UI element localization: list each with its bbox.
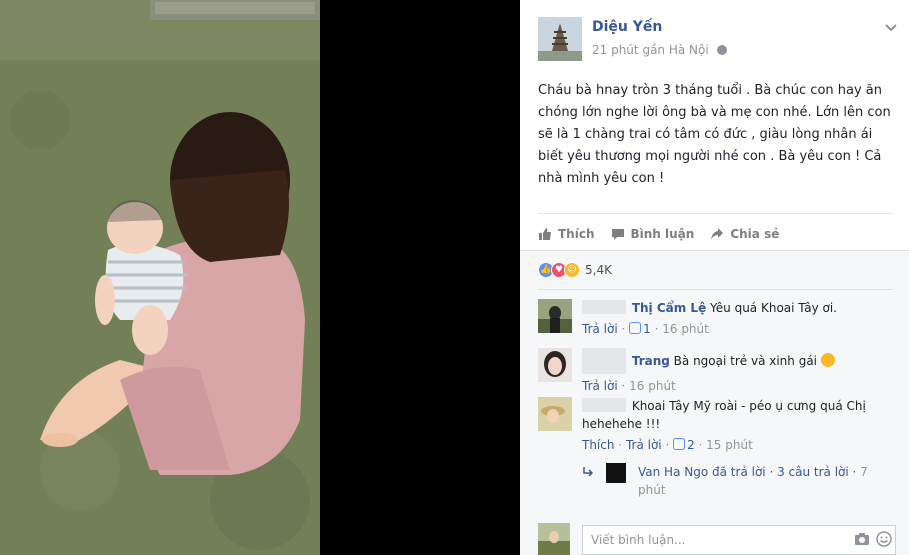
redacted-name	[582, 398, 626, 412]
share-label: Chia sẻ	[730, 226, 780, 241]
speech-bubble-icon	[611, 228, 624, 240]
comment-body: Thị Cẩm Lệ Yêu quá Khoai Tây ơi. Trả lời…	[582, 299, 898, 338]
my-avatar[interactable]	[538, 523, 570, 555]
like-label: Thích	[558, 226, 595, 241]
comment-label: Bình luận	[630, 226, 695, 241]
post-location[interactable]: gần Hà Nội	[642, 43, 708, 57]
like-comment-link[interactable]: Thích	[582, 438, 614, 452]
comment-text: Yêu quá Khoai Tây ơi.	[710, 301, 837, 315]
replies-text[interactable]: Van Ha Ngo đã trả lời · 3 câu trả lời · …	[638, 463, 882, 499]
comment-meta: Trả lời · 1 · 16 phút	[582, 322, 709, 336]
thumbs-up-icon	[629, 322, 642, 334]
reaction-count[interactable]: 5,4K	[585, 263, 612, 277]
thumbs-up-icon	[673, 438, 686, 450]
comment-composer	[538, 523, 898, 555]
avatar-image	[538, 523, 570, 555]
tongue-emoji-icon	[820, 353, 835, 367]
comment-button[interactable]: Bình luận	[611, 223, 695, 241]
comment-time[interactable]: 16 phút	[629, 379, 676, 393]
avatar-image	[538, 397, 572, 431]
emoji-icon[interactable]	[876, 531, 892, 547]
share-button[interactable]: Chia sẻ	[710, 223, 779, 241]
post-sidebar: Diệu Yến 21 phút gần Hà Nội Cháu bà hnay…	[520, 0, 909, 555]
comment-body: Khoai Tây Mỹ roài - péo ụ cưng quá Chị h…	[582, 397, 898, 454]
reply-time: 7	[860, 465, 868, 479]
reactions-summary[interactable]: 👍 ♥ ☺ 5,4K	[538, 262, 612, 278]
reply-link[interactable]: Trả lời	[582, 379, 618, 393]
post-actions: Thích Bình luận Chia sẻ	[538, 213, 893, 249]
chevron-down-icon[interactable]	[884, 21, 898, 35]
share-arrow-icon	[711, 227, 724, 240]
comment-time[interactable]: 15 phút	[706, 438, 753, 452]
comment-meta: Thích · Trả lời · 2 · 15 phút	[582, 438, 753, 452]
redacted-name	[582, 348, 626, 374]
commenter-avatar[interactable]	[538, 348, 572, 382]
reply-link[interactable]: Trả lời	[626, 438, 662, 452]
avatar-image	[538, 348, 572, 382]
reply-arrow-icon	[583, 467, 594, 477]
replier-name[interactable]: Van Ha Ngo	[638, 465, 708, 479]
author-avatar[interactable]	[538, 17, 582, 61]
comment-body: Trang Bà ngoại trẻ và xinh gái Trả lời ·…	[582, 348, 898, 395]
post-text: Cháu bà hnay tròn 3 tháng tuổi . Bà chúc…	[538, 83, 891, 186]
globe-icon	[716, 45, 727, 55]
reply-count[interactable]: 3 câu trả lời	[777, 465, 849, 479]
divider	[538, 289, 893, 290]
comment-like-count[interactable]: 1	[643, 322, 651, 336]
author-name[interactable]: Diệu Yến	[592, 19, 662, 35]
reply-time-unit: phút	[638, 483, 666, 497]
comments-section: 👍 ♥ ☺ 5,4K Thị Cẩm Lệ Yêu quá Khoai Tây …	[520, 250, 909, 555]
reply-link[interactable]: Trả lời	[582, 322, 618, 336]
photo-illustration	[0, 0, 320, 555]
post-time[interactable]: 21 phút	[592, 43, 639, 57]
commenter-avatar[interactable]	[538, 299, 572, 333]
post-photo[interactable]	[0, 0, 320, 555]
comment-like-count[interactable]: 2	[687, 438, 695, 452]
camera-icon[interactable]	[854, 532, 870, 546]
commenter-avatar[interactable]	[538, 397, 572, 431]
replier-action: đã trả lời	[712, 465, 766, 479]
commenter-name[interactable]: Trang	[632, 354, 670, 368]
avatar-image	[538, 299, 572, 333]
like-button[interactable]: Thích	[538, 223, 595, 241]
commenter-name[interactable]: Thị Cẩm Lệ	[632, 301, 706, 315]
pagoda-image	[538, 17, 582, 61]
replier-avatar[interactable]	[606, 463, 626, 483]
comment-time[interactable]: 16 phút	[662, 322, 709, 336]
thumbs-up-icon	[539, 227, 551, 240]
redacted-name	[582, 300, 626, 314]
photo-viewer[interactable]	[0, 0, 520, 555]
comment-input[interactable]	[582, 525, 896, 555]
post-meta: 21 phút gần Hà Nội	[592, 43, 727, 57]
haha-reaction-icon: ☺	[564, 262, 580, 278]
comment-text: Bà ngoại trẻ và xinh gái	[673, 354, 818, 368]
post-header: Diệu Yến 21 phút gần Hà Nội	[538, 15, 898, 65]
comment-meta: Trả lời · 16 phút	[582, 379, 676, 393]
